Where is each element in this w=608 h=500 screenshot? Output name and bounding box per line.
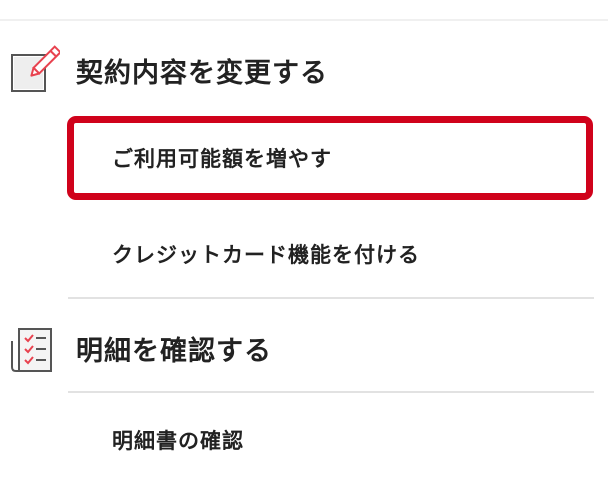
menu-item-increase-limit[interactable]: ご利用可能額を増やす [68, 116, 594, 200]
menu-item-label: ご利用可能額を増やす [112, 147, 332, 171]
checklist-document-icon [10, 323, 60, 373]
divider [68, 391, 594, 393]
section-title: 契約内容を変更する [76, 57, 328, 89]
menu-item-statement[interactable]: 明細書の確認 [68, 398, 594, 482]
section-header-change-contract: 契約内容を変更する [10, 40, 328, 100]
section-title: 明細を確認する [76, 335, 272, 367]
menu-item-add-credit-card[interactable]: クレジットカード機能を付ける [68, 212, 594, 296]
top-divider [0, 19, 608, 21]
section-header-check-statement: 明細を確認する [10, 318, 272, 378]
divider [68, 297, 594, 299]
contract-menu-page: 契約内容を変更する ご利用可能額を増やす クレジットカード機能を付ける 明細を確… [0, 0, 608, 500]
menu-item-label: 明細書の確認 [112, 429, 244, 453]
pencil-edit-icon [10, 45, 60, 95]
menu-item-label: クレジットカード機能を付ける [112, 243, 420, 267]
